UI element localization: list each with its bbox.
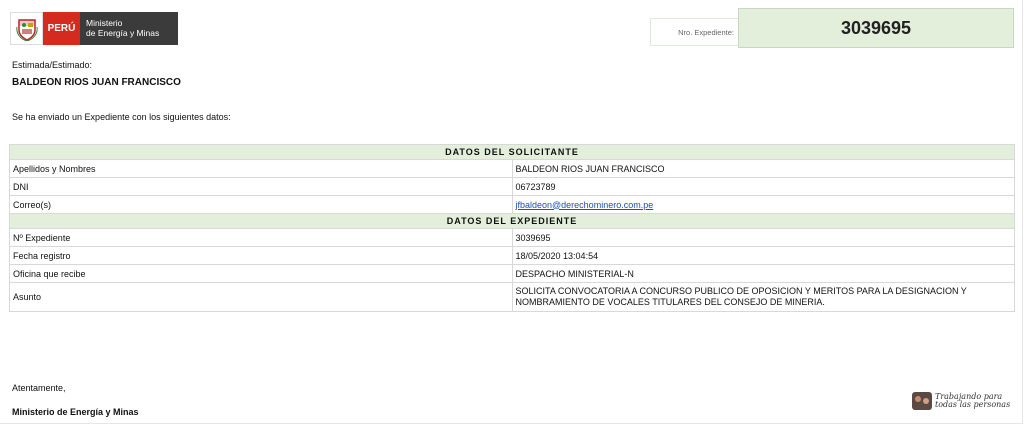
email-link[interactable]: jfbaldeon@derechominero.com.pe: [516, 200, 654, 210]
field-value: BALDEON RIOS JUAN FRANCISCO: [511, 159, 1015, 178]
table-row: Apellidos y Nombres BALDEON RIOS JUAN FR…: [9, 159, 1015, 178]
solicitante-section-title: DATOS DEL SOLICITANTE: [9, 144, 1015, 160]
closing-signature: Ministerio de Energía y Minas: [12, 407, 139, 417]
table-row: Correo(s) jfbaldeon@derechominero.com.pe: [9, 195, 1015, 214]
expediente-number-label: Nro. Expediente:: [650, 18, 738, 46]
field-label: Correo(s): [9, 195, 513, 214]
field-label: Asunto: [9, 282, 513, 312]
field-value: DESPACHO MINISTERIAL-N: [511, 264, 1015, 283]
field-value: SOLICITA CONVOCATORIA A CONCURSO PUBLICO…: [511, 282, 1015, 312]
field-label: DNI: [9, 177, 513, 196]
greeting-name: BALDEON RIOS JUAN FRANCISCO: [12, 77, 181, 88]
field-value: 3039695: [511, 228, 1015, 247]
greeting-label: Estimada/Estimado:: [12, 60, 93, 70]
field-value: jfbaldeon@derechominero.com.pe: [511, 195, 1015, 214]
table-row: Oficina que recibe DESPACHO MINISTERIAL-…: [9, 264, 1015, 283]
table-row: Nº Expediente 3039695: [9, 228, 1015, 247]
expediente-section-title: DATOS DEL EXPEDIENTE: [9, 213, 1015, 229]
table-row: DNI 06723789: [9, 177, 1015, 196]
intro-text: Se ha enviado un Expediente con los sigu…: [12, 112, 231, 122]
field-value: 18/05/2020 13:04:54: [511, 246, 1015, 265]
slogan-text: Trabajando para todas las personas: [935, 393, 1010, 409]
field-value: 06723789: [511, 177, 1015, 196]
peru-brand-label: PERÚ: [43, 12, 80, 45]
section-header-row: DATOS DEL SOLICITANTE: [9, 144, 1015, 160]
field-label: Nº Expediente: [9, 228, 513, 247]
expediente-number-value: 3039695: [738, 8, 1014, 48]
table-row: Fecha registro 18/05/2020 13:04:54: [9, 246, 1015, 265]
minem-logo: PERÚ Ministerio de Energía y Minas: [10, 12, 178, 45]
field-label: Apellidos y Nombres: [9, 159, 513, 178]
ministry-name: Ministerio de Energía y Minas: [80, 12, 178, 45]
slogan-line2: todas las personas: [935, 400, 1011, 409]
section-header-row: DATOS DEL EXPEDIENTE: [9, 213, 1015, 229]
slogan-logo: Trabajando para todas las personas: [912, 389, 1012, 413]
people-photo-icon: [912, 392, 932, 410]
ministry-name-line2: de Energía y Minas: [86, 28, 160, 38]
table-row: Asunto SOLICITA CONVOCATORIA A CONCURSO …: [9, 282, 1015, 312]
field-label: Oficina que recibe: [9, 264, 513, 283]
ministry-name-line1: Ministerio: [86, 18, 123, 28]
closing-salutation: Atentamente,: [12, 383, 66, 393]
peru-coat-of-arms-icon: [10, 12, 43, 45]
field-label: Fecha registro: [9, 246, 513, 265]
expediente-details-table: DATOS DEL SOLICITANTE Apellidos y Nombre…: [9, 144, 1015, 312]
